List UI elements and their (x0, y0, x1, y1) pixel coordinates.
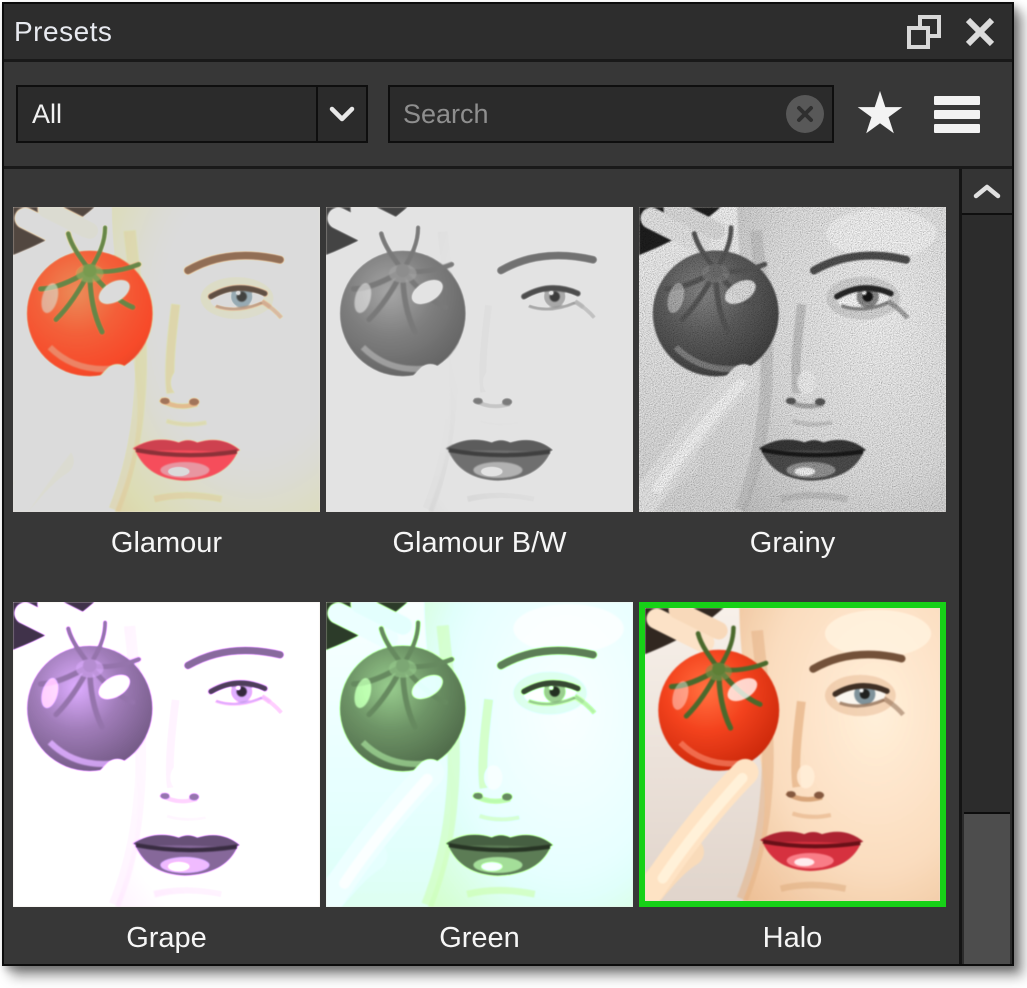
menu-button[interactable] (934, 96, 980, 133)
hamburger-menu-icon (934, 110, 980, 119)
preset-effect-layer (326, 207, 633, 512)
preset-item-green[interactable]: Green (326, 602, 633, 964)
vertical-scrollbar (959, 169, 1012, 964)
preset-thumbnail (326, 207, 633, 512)
dropdown-arrow-button[interactable] (318, 106, 366, 123)
preset-thumbnail-image (326, 602, 633, 907)
preset-thumbnail (13, 602, 320, 907)
preset-item-glamour[interactable]: Glamour (13, 207, 320, 574)
star-icon: ★ (854, 81, 906, 146)
grain-texture-overlay (639, 207, 946, 512)
preset-thumbnail (326, 602, 633, 907)
close-button[interactable] (960, 12, 1000, 52)
preset-thumbnail (639, 207, 946, 512)
preset-item-grape[interactable]: Grape (13, 602, 320, 964)
hamburger-menu-icon (934, 124, 980, 133)
presets-grid: Glamour Glamour B/W Grainy (13, 207, 946, 964)
preset-thumbnail-image (645, 608, 940, 901)
chevron-up-icon (971, 183, 1003, 200)
category-dropdown-value: All (18, 99, 316, 130)
preset-thumbnail-image (13, 602, 320, 907)
preset-item-grainy[interactable]: Grainy (639, 207, 946, 574)
preset-thumbnail-selected (639, 602, 946, 907)
preset-label: Glamour (13, 512, 320, 574)
favorites-star-button[interactable]: ★ (854, 85, 906, 143)
panel-titlebar: Presets (4, 4, 1012, 62)
chevron-down-icon (328, 106, 356, 123)
preset-item-glamour-bw[interactable]: Glamour B/W (326, 207, 633, 574)
float-panel-icon-front (907, 26, 930, 49)
hamburger-menu-icon (934, 96, 980, 105)
preset-thumbnail-image (326, 207, 633, 512)
clear-search-icon (796, 105, 814, 123)
preset-label: Green (326, 907, 633, 964)
search-box (388, 85, 834, 143)
presets-panel: Presets All (2, 2, 1014, 966)
float-panel-icon[interactable] (906, 14, 942, 50)
preset-effect-layer (645, 608, 940, 901)
preset-effect-layer (13, 602, 320, 907)
search-input[interactable] (390, 98, 786, 131)
preset-effect-layer (326, 602, 633, 907)
scrollbar-thumb[interactable] (964, 812, 1010, 964)
preset-label: Grape (13, 907, 320, 964)
presets-content: Glamour Glamour B/W Grainy (4, 169, 1012, 964)
preset-thumbnail (13, 207, 320, 512)
panel-title: Presets (14, 16, 888, 48)
preset-item-halo[interactable]: Halo (639, 602, 946, 964)
close-icon (962, 14, 998, 50)
presets-toolbar: All ★ (4, 62, 1012, 169)
category-dropdown[interactable]: All (16, 85, 368, 143)
preset-label: Grainy (639, 512, 946, 574)
preset-thumbnail-image (13, 207, 320, 512)
preset-label: Glamour B/W (326, 512, 633, 574)
scrollbar-track[interactable] (962, 217, 1012, 964)
clear-search-button[interactable] (786, 95, 824, 133)
preset-effect-layer (13, 207, 320, 512)
preset-effect-layer (639, 207, 946, 512)
scroll-up-button[interactable] (962, 169, 1012, 215)
preset-label: Halo (639, 907, 946, 964)
